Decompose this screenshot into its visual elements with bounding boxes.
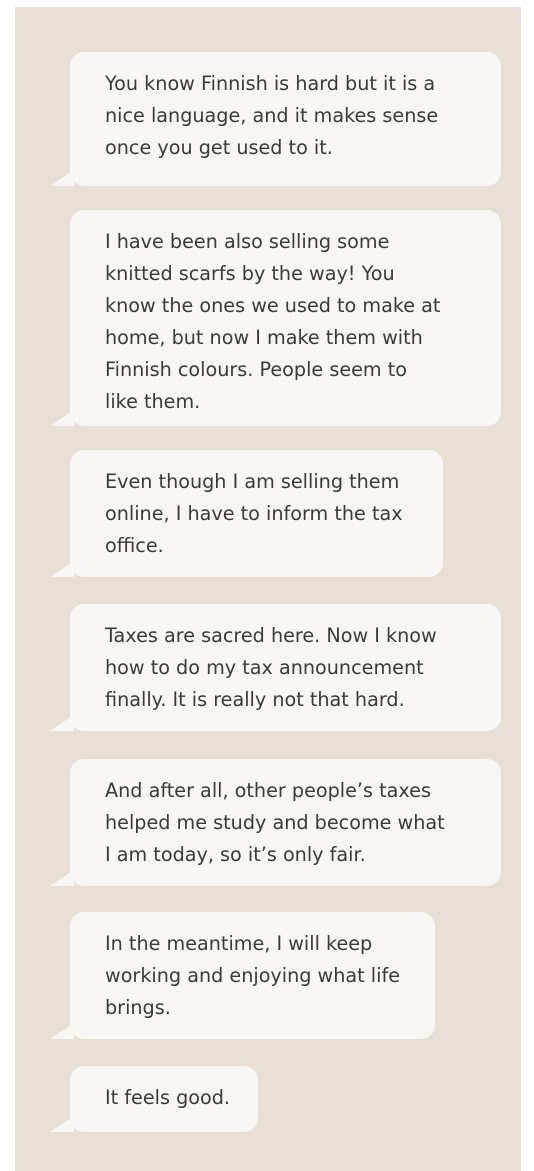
message-bubble: In the meantime, I will keep working and… xyxy=(50,912,435,1039)
message-bubble: And after all, other people’s taxes help… xyxy=(50,759,501,886)
message-text: It feels good. xyxy=(105,1086,231,1109)
message-text: Taxes are sacred here. Now I know how to… xyxy=(105,624,437,711)
message-bubble: Even though I am selling them online, I … xyxy=(50,450,443,577)
bubble-tail xyxy=(50,410,74,426)
message-text: Even though I am selling them online, I … xyxy=(105,470,403,557)
message-text: You know Finnish is hard but it is a nic… xyxy=(105,72,439,159)
message-text: I have been also selling some knitted sc… xyxy=(105,230,441,413)
message-text: And after all, other people’s taxes help… xyxy=(105,779,445,866)
message-bubble: Taxes are sacred here. Now I know how to… xyxy=(50,604,501,731)
message-bubble: It feels good. xyxy=(50,1066,258,1132)
message-bubble: You know Finnish is hard but it is a nic… xyxy=(50,52,501,186)
message-bubble: I have been also selling some knitted sc… xyxy=(50,210,501,426)
bubble-tail xyxy=(50,561,74,577)
bubble-tail xyxy=(50,1023,74,1039)
bubble-tail xyxy=(50,1116,74,1132)
bubble-tail xyxy=(50,170,74,186)
bubble-tail xyxy=(50,715,74,731)
bubble-tail xyxy=(50,870,74,886)
chat-panel: You know Finnish is hard but it is a nic… xyxy=(15,7,521,1171)
message-text: In the meantime, I will keep working and… xyxy=(105,932,401,1019)
